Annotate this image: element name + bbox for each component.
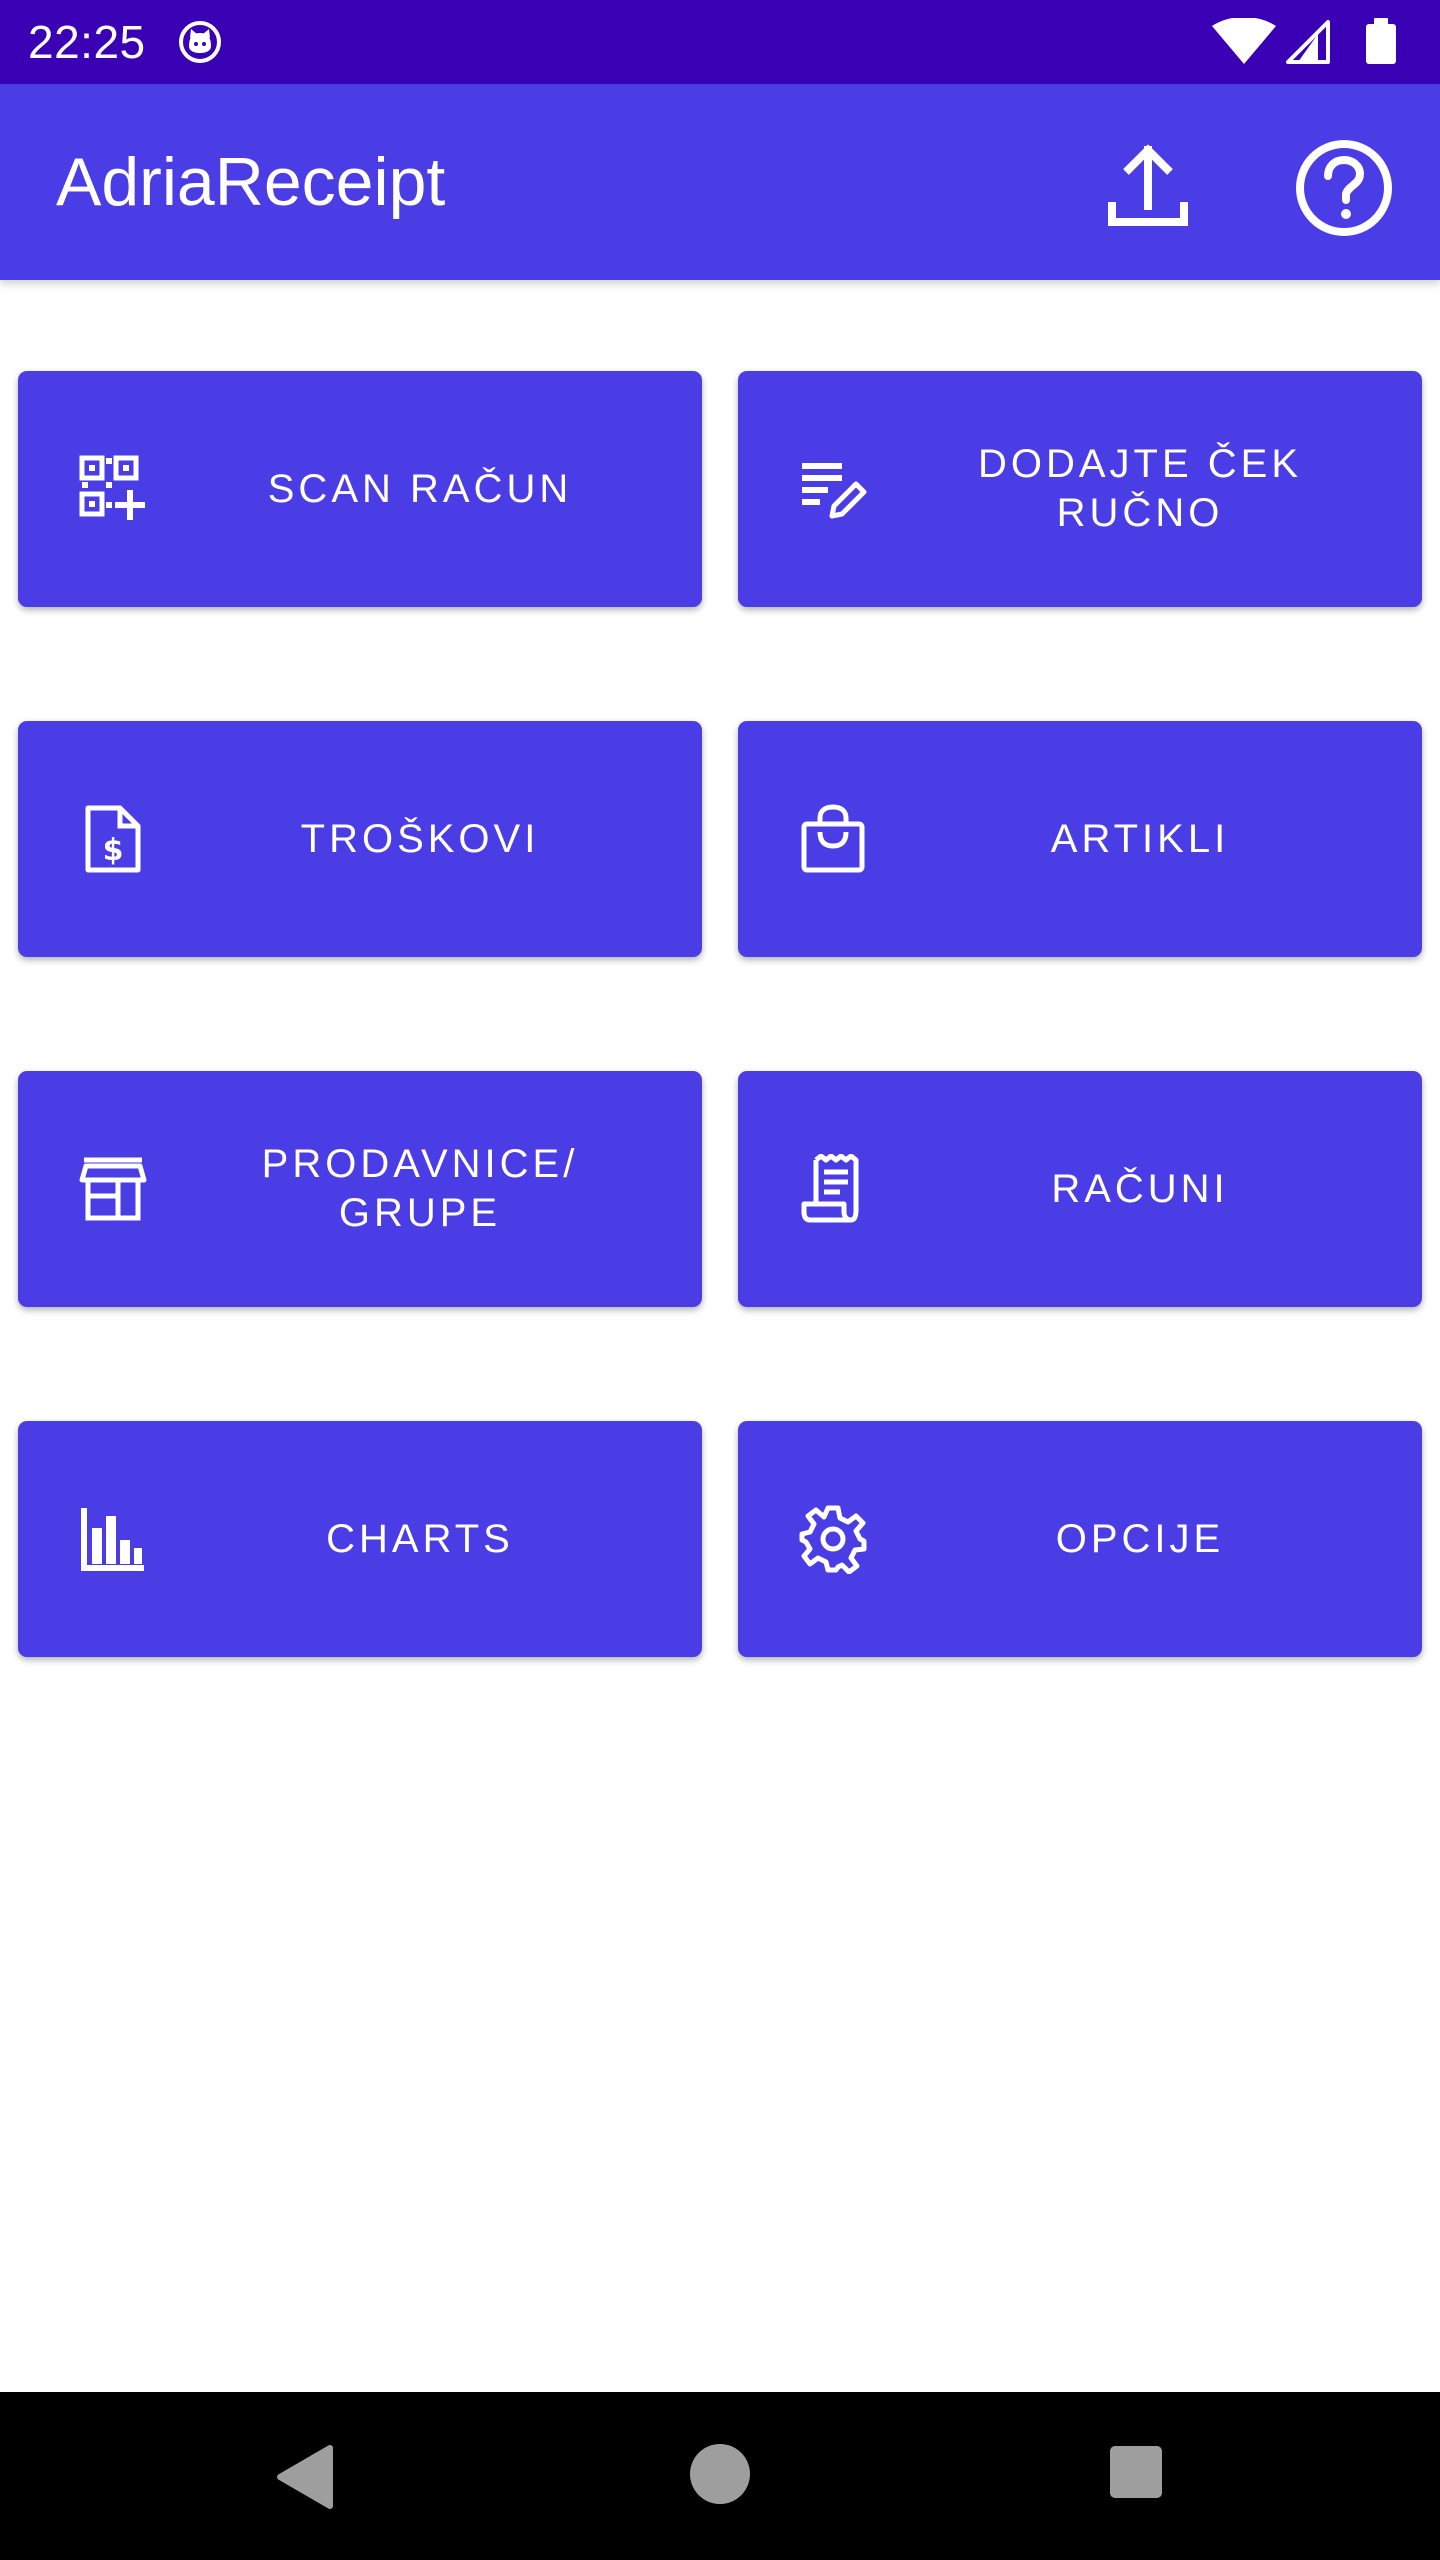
tile-label: OPCIJE bbox=[1055, 1516, 1225, 1561]
storefront-icon bbox=[79, 1157, 147, 1221]
tile-label: CHARTS bbox=[326, 1516, 514, 1561]
expenses-button[interactable]: $ TROŠKOVI bbox=[18, 721, 702, 957]
help-icon[interactable] bbox=[1292, 136, 1396, 240]
bar-chart-icon bbox=[81, 1508, 144, 1571]
items-button[interactable]: ARTIKLI bbox=[738, 721, 1422, 957]
charts-button[interactable]: CHARTS bbox=[18, 1421, 702, 1657]
tile-label: RAČUNI bbox=[1051, 1166, 1229, 1211]
status-right-icons bbox=[1212, 18, 1396, 64]
svg-text:$: $ bbox=[103, 833, 124, 868]
options-button[interactable]: OPCIJE bbox=[738, 1421, 1422, 1657]
receipts-button[interactable]: RAČUNI bbox=[738, 1071, 1422, 1307]
cat-notification-icon bbox=[179, 21, 221, 63]
tile-label: ARTIKLI bbox=[1050, 816, 1230, 861]
tile-label: PRODAVNICE/ GRUPE bbox=[261, 1142, 579, 1235]
shopping-bag-icon bbox=[801, 804, 865, 873]
qr-code-add-icon bbox=[79, 455, 145, 520]
home-icon[interactable] bbox=[688, 2442, 752, 2506]
tile-label: SCAN RAČUN bbox=[267, 466, 573, 511]
tile-label: TROŠKOVI bbox=[300, 816, 540, 861]
app-bar: AdriaReceipt bbox=[0, 84, 1440, 280]
stores-groups-button[interactable]: PRODAVNICE/ GRUPE bbox=[18, 1071, 702, 1307]
upload-icon[interactable] bbox=[1100, 140, 1196, 236]
edit-list-icon bbox=[802, 463, 867, 519]
recents-icon[interactable] bbox=[1108, 2444, 1164, 2500]
navigation-bar bbox=[0, 2392, 1440, 2560]
scan-receipt-button[interactable]: SCAN RAČUN bbox=[18, 371, 702, 607]
dollar-document-icon: $ bbox=[85, 805, 141, 873]
battery-icon bbox=[1366, 18, 1396, 64]
add-receipt-manually-button[interactable]: DODAJTE ČEK RUČNO bbox=[738, 371, 1422, 607]
cell-signal-icon bbox=[1286, 20, 1330, 64]
app-title: AdriaReceipt bbox=[56, 144, 446, 220]
tile-label: DODAJTE ČEK RUČNO bbox=[977, 442, 1303, 535]
wifi-icon bbox=[1212, 18, 1276, 64]
status-time: 22:25 bbox=[28, 16, 146, 68]
status-bar: 22:25 bbox=[0, 0, 1440, 84]
gear-icon bbox=[799, 1505, 867, 1574]
back-icon[interactable] bbox=[272, 2442, 342, 2512]
receipt-icon bbox=[801, 1154, 859, 1223]
